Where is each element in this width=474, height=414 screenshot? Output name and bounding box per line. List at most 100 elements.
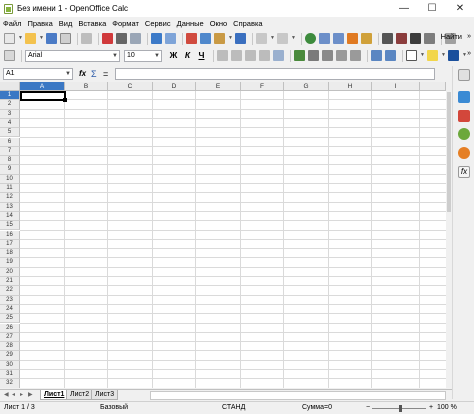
paste-icon[interactable] [214, 33, 225, 44]
undo-dropdown-icon[interactable]: ▼ [270, 33, 275, 44]
chevron-down-icon[interactable]: ▼ [65, 69, 71, 79]
row-header[interactable]: 3 [0, 109, 20, 119]
menu-data[interactable]: Данные [177, 19, 204, 28]
horizontal-scrollbar[interactable] [150, 391, 446, 400]
row-header[interactable]: 2 [0, 100, 20, 110]
vertical-scroll-thumb[interactable] [447, 92, 451, 212]
chevron-down-icon[interactable]: ▼ [154, 51, 160, 61]
formula-input[interactable] [115, 67, 435, 80]
open-dropdown-icon[interactable]: ▼ [39, 33, 44, 44]
toolbar-overflow-icon[interactable]: » [467, 33, 471, 40]
currency-format-icon[interactable] [294, 50, 305, 61]
hyperlink-icon[interactable] [305, 33, 316, 44]
italic-button[interactable]: К [182, 50, 193, 61]
add-decimal-icon[interactable] [336, 50, 347, 61]
row-header[interactable]: 4 [0, 118, 20, 129]
delete-decimal-icon[interactable] [350, 50, 361, 61]
justify-icon[interactable] [259, 50, 270, 61]
font-name-field[interactable]: Arial ▼ [25, 49, 120, 62]
sheet-tab-2[interactable]: Лист2 [66, 390, 94, 400]
menu-tools[interactable]: Сервис [145, 19, 171, 28]
functions-panel-icon[interactable]: fx [458, 166, 470, 178]
spellcheck-icon[interactable] [151, 33, 162, 44]
row-header[interactable]: 15 [0, 221, 20, 231]
column-header[interactable]: G [284, 82, 329, 91]
decrease-indent-icon[interactable] [371, 50, 382, 61]
column-header[interactable]: C [108, 82, 153, 91]
sort-descending-icon[interactable] [333, 33, 344, 44]
toolbar-overflow-icon[interactable]: » [467, 50, 471, 57]
zoom-out-icon[interactable]: − [366, 404, 370, 411]
navigator-panel-icon[interactable] [458, 147, 470, 159]
select-all-corner[interactable] [0, 82, 20, 91]
row-header[interactable]: 20 [0, 267, 20, 277]
column-header[interactable]: E [196, 82, 241, 91]
font-size-field[interactable]: 10 ▼ [124, 49, 162, 62]
row-header[interactable]: 22 [0, 286, 20, 296]
row-header[interactable]: 25 [0, 314, 20, 324]
row-header[interactable]: 13 [0, 202, 20, 212]
row-header[interactable]: 29 [0, 351, 20, 361]
zoom-level[interactable]: 100 % [437, 404, 457, 411]
menu-edit[interactable]: Правка [27, 19, 52, 28]
sidebar-menu-icon[interactable] [458, 69, 470, 81]
row-header[interactable]: 8 [0, 156, 20, 166]
row-header[interactable]: 7 [0, 146, 20, 157]
gallery-icon[interactable] [410, 33, 421, 44]
cut-icon[interactable] [186, 33, 197, 44]
zoom-in-icon[interactable]: + [429, 404, 433, 411]
save-icon[interactable] [46, 33, 57, 44]
row-header[interactable]: 6 [0, 137, 20, 147]
row-header[interactable]: 5 [0, 128, 20, 138]
find-toolbar-button[interactable]: Найти [441, 32, 462, 41]
align-center-icon[interactable] [231, 50, 242, 61]
row-header[interactable]: 28 [0, 342, 20, 352]
row-header[interactable]: 12 [0, 193, 20, 203]
row-header[interactable]: 30 [0, 360, 20, 370]
spreadsheet-grid[interactable]: A B C D E F G H I 1 2 3 4 5 6 7 8 9 10 11 12 13 14 15 16 17 18 19 20… [0, 82, 446, 388]
increase-indent-icon[interactable] [385, 50, 396, 61]
row-header[interactable]: 24 [0, 304, 20, 315]
borders-icon[interactable] [406, 50, 417, 61]
selected-cell-cursor[interactable] [20, 91, 67, 103]
menu-window[interactable]: Окно [210, 19, 227, 28]
new-document-icon[interactable] [4, 33, 15, 44]
paste-dropdown-icon[interactable]: ▼ [228, 33, 233, 44]
row-header[interactable]: 21 [0, 277, 20, 287]
clone-formatting-icon[interactable] [235, 33, 246, 44]
styles-icon[interactable] [4, 50, 15, 61]
column-header[interactable]: I [372, 82, 420, 91]
print-preview-icon[interactable] [130, 33, 141, 44]
column-header[interactable]: F [241, 82, 284, 91]
sort-ascending-icon[interactable] [319, 33, 330, 44]
page-style[interactable]: Базовый [100, 404, 128, 411]
row-header[interactable]: 31 [0, 370, 20, 380]
underline-button[interactable]: Ч [196, 50, 207, 61]
copy-icon[interactable] [200, 33, 211, 44]
redo-dropdown-icon[interactable]: ▼ [291, 33, 296, 44]
insert-chart-icon[interactable] [347, 33, 358, 44]
align-left-icon[interactable] [217, 50, 228, 61]
menu-insert[interactable]: Вставка [78, 19, 106, 28]
name-box[interactable]: A1 ▼ [3, 67, 73, 80]
font-color-dropdown-icon[interactable]: ▼ [462, 50, 467, 61]
row-header[interactable]: 17 [0, 239, 20, 250]
row-header[interactable]: 23 [0, 295, 20, 305]
menu-view[interactable]: Вид [59, 19, 73, 28]
row-header[interactable]: 27 [0, 332, 20, 343]
pivot-table-icon[interactable] [361, 33, 372, 44]
zoom-slider-knob[interactable] [399, 405, 402, 412]
row-header[interactable]: 32 [0, 379, 20, 388]
row-header[interactable]: 19 [0, 258, 20, 268]
properties-icon[interactable] [458, 91, 470, 103]
print-icon[interactable] [116, 33, 127, 44]
align-right-icon[interactable] [245, 50, 256, 61]
next-sheet-icon[interactable]: ▸ [20, 391, 26, 399]
column-header[interactable]: B [65, 82, 108, 91]
row-header[interactable]: 9 [0, 165, 20, 175]
export-pdf-icon[interactable] [102, 33, 113, 44]
standard-format-icon[interactable] [322, 50, 333, 61]
navigator-icon[interactable] [396, 33, 407, 44]
row-header[interactable]: 1 [0, 91, 20, 101]
email-icon[interactable] [60, 33, 71, 44]
